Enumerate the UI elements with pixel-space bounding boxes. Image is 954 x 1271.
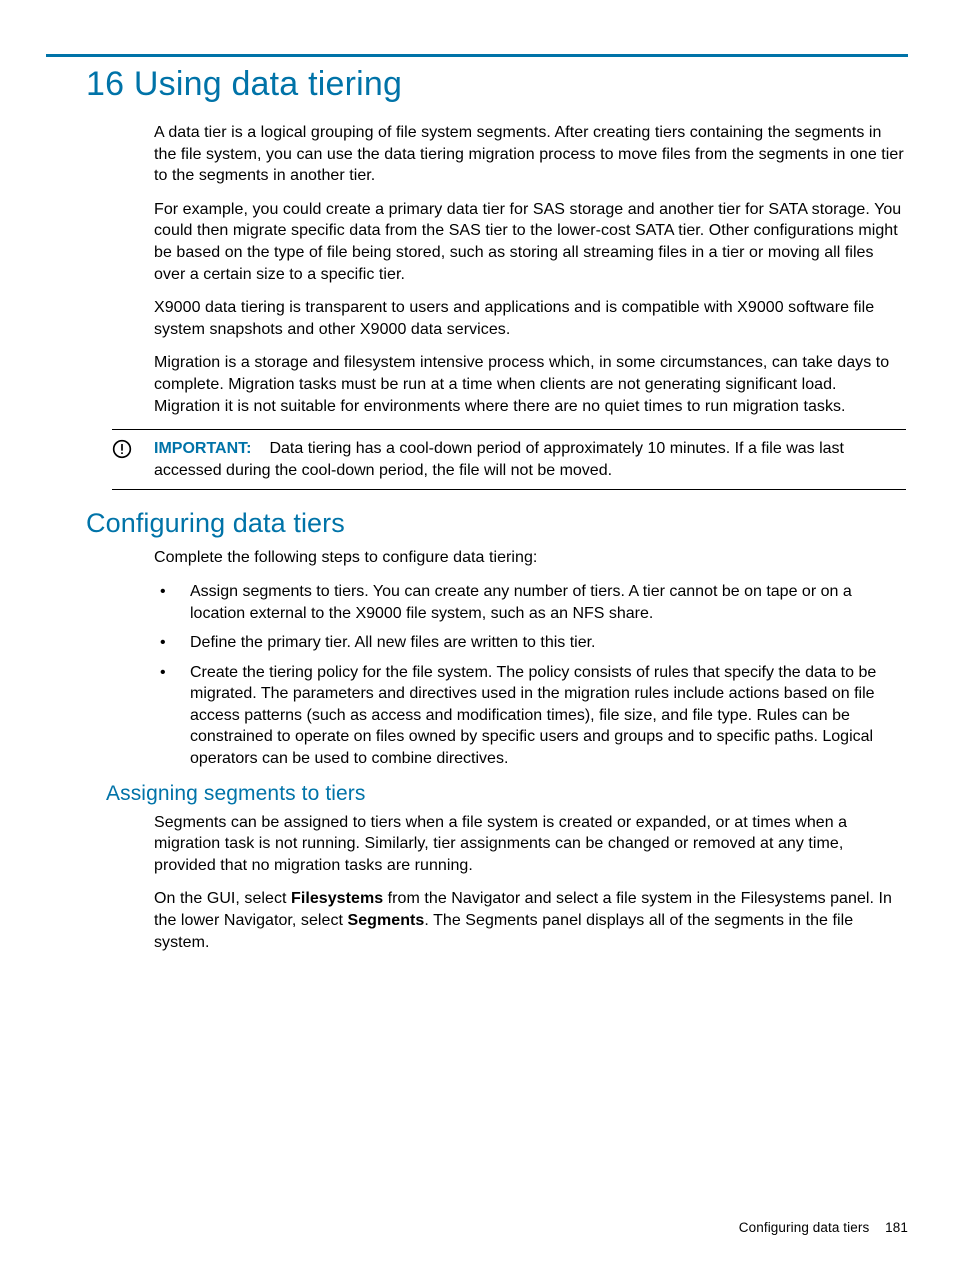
important-text: IMPORTANT:Data tiering has a cool-down p… xyxy=(154,438,906,481)
chapter-number: 16 xyxy=(86,65,124,103)
assigning-p2: On the GUI, select Filesystems from the … xyxy=(154,888,906,953)
bold-segments: Segments xyxy=(348,912,425,929)
p2-pre: On the GUI, select xyxy=(154,890,291,907)
list-item: Define the primary tier. All new files a… xyxy=(154,632,906,654)
configuring-lead: Complete the following steps to configur… xyxy=(154,547,906,569)
intro-p1: A data tier is a logical grouping of fil… xyxy=(154,122,906,187)
page-number: 181 xyxy=(885,1220,908,1235)
important-body: Data tiering has a cool-down period of a… xyxy=(154,440,844,479)
page-footer: Configuring data tiers 181 xyxy=(739,1220,908,1235)
section-configuring-body: Complete the following steps to configur… xyxy=(154,547,906,569)
configuring-bullets: Assign segments to tiers. You can create… xyxy=(154,581,906,770)
intro-p3: X9000 data tiering is transparent to use… xyxy=(154,297,906,340)
chapter-name: Using data tiering xyxy=(134,65,402,103)
list-item: Create the tiering policy for the file s… xyxy=(154,662,906,770)
intro-body: A data tier is a logical grouping of fil… xyxy=(154,122,906,417)
intro-p2: For example, you could create a primary … xyxy=(154,199,906,285)
chapter-title: 16 Using data tiering xyxy=(86,65,908,104)
section-configuring-title: Configuring data tiers xyxy=(86,508,908,539)
important-icon xyxy=(112,439,132,459)
section-assigning-body: Segments can be assigned to tiers when a… xyxy=(154,812,906,954)
top-rule xyxy=(46,54,908,57)
important-label: IMPORTANT: xyxy=(154,440,251,457)
assigning-p1: Segments can be assigned to tiers when a… xyxy=(154,812,906,877)
list-item: Assign segments to tiers. You can create… xyxy=(154,581,906,624)
section-assigning-title: Assigning segments to tiers xyxy=(106,782,908,806)
bold-filesystems: Filesystems xyxy=(291,890,383,907)
important-block: IMPORTANT:Data tiering has a cool-down p… xyxy=(112,429,906,490)
footer-text: Configuring data tiers xyxy=(739,1220,870,1235)
intro-p4: Migration is a storage and filesystem in… xyxy=(154,352,906,417)
important-row: IMPORTANT:Data tiering has a cool-down p… xyxy=(112,438,906,481)
